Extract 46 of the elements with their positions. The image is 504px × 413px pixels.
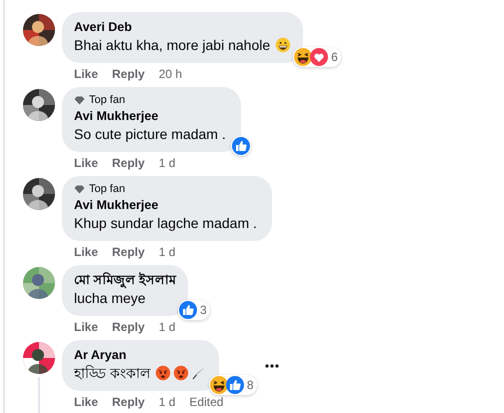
comment-text: lucha meye: [74, 289, 146, 308]
timestamp[interactable]: 1 d: [158, 245, 176, 260]
timestamp[interactable]: 1 d: [158, 320, 176, 335]
reaction-badge[interactable]: 6: [293, 47, 341, 67]
like-icon: [232, 137, 250, 155]
reaction-badge[interactable]: [230, 136, 251, 156]
comment-action-link[interactable]: Reply: [112, 395, 145, 410]
comment-action-link[interactable]: Like: [74, 67, 98, 82]
reaction-badge[interactable]: 8: [208, 375, 257, 395]
reaction-count: 3: [200, 303, 207, 317]
timestamp[interactable]: 1 d: [158, 156, 176, 171]
top-fan-label: Top fan: [89, 94, 126, 106]
reaction-badge[interactable]: 3: [178, 300, 210, 320]
comment-action-link[interactable]: Reply: [112, 156, 145, 171]
diamond-icon: [74, 184, 85, 194]
commenter-name[interactable]: Averi Deb: [74, 19, 132, 35]
commenter-name[interactable]: Ar Aryan: [74, 347, 126, 363]
comment-action-link[interactable]: Like: [74, 395, 98, 410]
comment-action-link[interactable]: Reply: [112, 245, 145, 260]
angry-face-icon: [154, 365, 171, 381]
commenter-name[interactable]: মো সমিজুল ইসলাম: [74, 272, 176, 288]
comment-action-link[interactable]: Reply: [112, 67, 145, 82]
more-icon: [264, 364, 279, 368]
timestamp[interactable]: 20 h: [158, 67, 182, 82]
comment-text: So cute picture madam .: [74, 125, 226, 144]
top-fan-label: Top fan: [89, 183, 126, 195]
edited-label: Edited: [189, 395, 224, 410]
angry-face-icon: [172, 365, 189, 381]
reaction-count: 8: [246, 378, 254, 392]
diamond-icon: [74, 96, 85, 104]
comment-action-link[interactable]: Reply: [112, 320, 145, 335]
timestamp[interactable]: 1 d: [158, 395, 176, 410]
comment-text: হাড্ডি কংকাল: [74, 364, 150, 383]
commenter-name[interactable]: Avi Mukherjee: [74, 108, 158, 124]
reaction-count: 6: [331, 50, 338, 64]
grinning-face-icon: [275, 37, 292, 53]
laughing-face-icon: [210, 376, 228, 394]
like-icon: [226, 376, 244, 394]
like-icon: [178, 301, 197, 319]
comment-text: Bhai aktu kha, more jabi nahole: [74, 36, 270, 55]
comment-action-link[interactable]: Like: [74, 320, 98, 335]
comment-text: Khup sundar lagche madam .: [74, 214, 257, 233]
laughing-face-icon: [294, 48, 312, 66]
comment-action-link[interactable]: Like: [74, 156, 98, 171]
comment-action-link[interactable]: Like: [74, 245, 98, 260]
commenter-name[interactable]: Avi Mukherjee: [74, 197, 158, 213]
